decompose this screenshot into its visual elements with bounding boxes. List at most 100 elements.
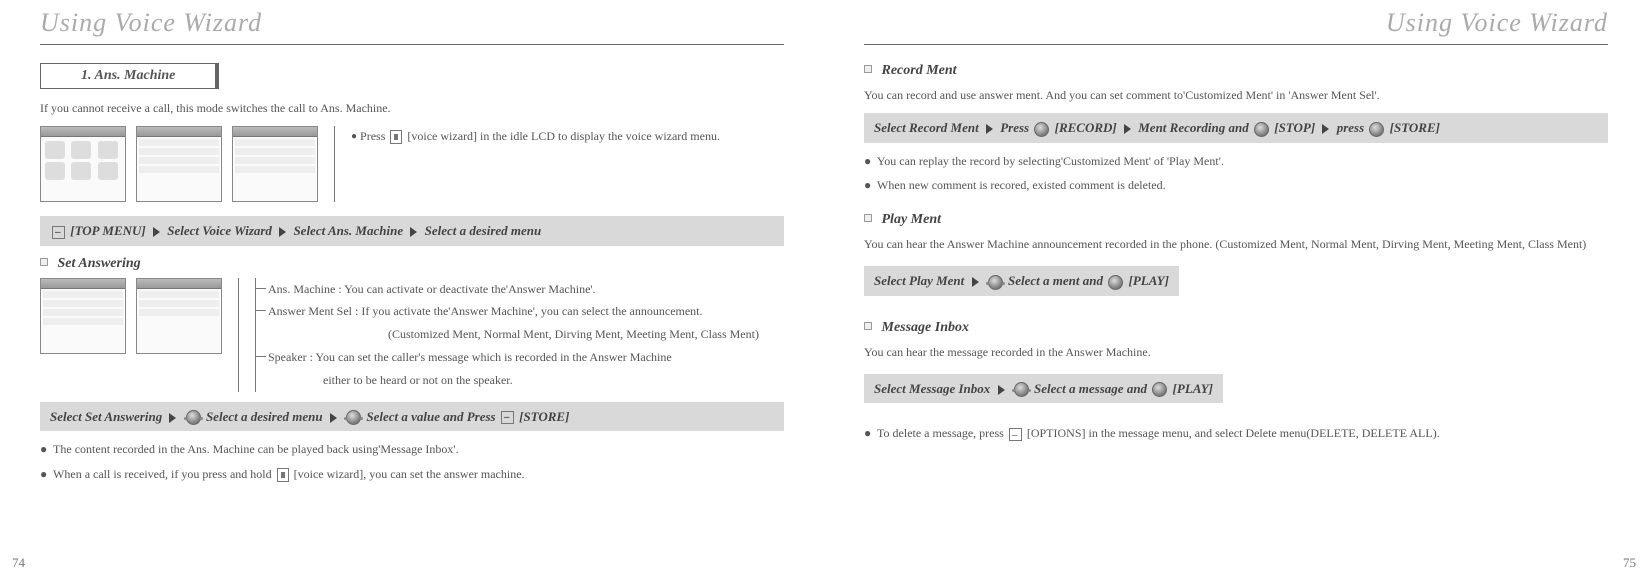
arrow-icon (330, 413, 337, 423)
inbox-bullet: ● To delete a message, press [OPTIONS] i… (864, 423, 1608, 443)
ok-key-icon (1034, 122, 1049, 137)
subheading-text: Set Answering (58, 256, 141, 271)
step1-p1: [TOP MENU] (70, 223, 145, 238)
tree-item-answer-ment-sel: Answer Ment Sel : If you activate the'An… (268, 300, 759, 323)
stepP-p2b: [PLAY] (1128, 273, 1168, 288)
step2-p3b: [STORE] (519, 409, 569, 424)
stepI-p2: Select a message and (1034, 381, 1150, 396)
record-desc: You can record and use answer ment. And … (864, 85, 1608, 105)
bullet-content-1-text: The content recorded in the Ans. Machine… (53, 442, 459, 456)
stepR-p3b: [STOP] (1274, 120, 1315, 135)
stepR-p3: Ment Recording and (1138, 120, 1252, 135)
bullet-2-post: [voice wizard], you can set the answer m… (294, 467, 525, 481)
arrow-icon (279, 227, 286, 237)
vertical-divider (238, 278, 239, 392)
nav-key-icon (1014, 382, 1029, 397)
ok-key-icon (1254, 122, 1269, 137)
subheading-text: Message Inbox (882, 320, 970, 335)
step1-p2: Select Voice Wizard (167, 223, 272, 238)
arrow-icon (410, 227, 417, 237)
page-title-right: Using Voice Wizard (864, 0, 1608, 45)
step-bar-play: Select Play Ment Select a ment and [PLAY… (864, 266, 1179, 296)
square-bullet-icon (864, 322, 872, 330)
inbox-bul-pre: To delete a message, press (877, 426, 1007, 440)
bullet-content-1: ● The content recorded in the Ans. Machi… (40, 439, 784, 459)
tree-item-ans-machine: Ans. Machine : You can activate or deact… (268, 278, 759, 301)
square-bullet-icon (40, 258, 48, 266)
lcd-thumb-set1 (40, 278, 126, 354)
tree-item-speaker: Speaker : You can set the caller's messa… (268, 346, 759, 369)
arrow-icon (998, 385, 1005, 395)
intro-text: If you cannot receive a call, this mode … (40, 99, 784, 118)
stepR-p4b: [STORE] (1390, 120, 1440, 135)
nav-key-icon (988, 275, 1003, 290)
arrow-icon (153, 227, 160, 237)
step2-p2: Select a desired menu (206, 409, 323, 424)
stepP-p1: Select Play Ment (874, 273, 964, 288)
voice-wizard-key-icon (277, 468, 289, 482)
lcd-thumb-menu2 (232, 126, 318, 202)
step-bar-record: Select Record Ment Press [RECORD] Ment R… (864, 113, 1608, 143)
store-key-icon (501, 411, 514, 424)
inbox-bul-post: [OPTIONS] in the message menu, and selec… (1027, 426, 1440, 440)
stepR-p4: press (1337, 120, 1368, 135)
section-tab-ans-machine: 1. Ans. Machine (40, 63, 219, 89)
step-bar-top-menu: [TOP MENU] Select Voice Wizard Select An… (40, 216, 784, 246)
square-bullet-icon (864, 214, 872, 222)
lcd-thumb-set2 (136, 278, 222, 354)
set-answering-block: Ans. Machine : You can activate or deact… (40, 278, 784, 392)
subheading-text: Play Ment (882, 212, 942, 227)
record-bullet-1-text: You can replay the record by selecting'C… (877, 154, 1224, 168)
play-desc: You can hear the Answer Machine announce… (864, 234, 1608, 254)
step1-p4: Select a desired menu (425, 223, 542, 238)
stepR-p2b: [RECORD] (1055, 120, 1117, 135)
options-key-icon (1009, 428, 1022, 441)
subheading-play-ment: Play Ment (864, 212, 1608, 228)
subheading-record-ment: Record Ment (864, 63, 1608, 79)
page-title-left: Using Voice Wizard (40, 0, 784, 45)
press-note: ● Press [voice wizard] in the idle LCD t… (351, 126, 720, 148)
ok-key-icon (1369, 122, 1384, 137)
tree-item-answer-detail: (Customized Ment, Normal Ment, Dirving M… (268, 323, 759, 346)
record-bullet-2-text: When new comment is recored, existed com… (877, 178, 1166, 192)
step-bar-set-answering: Select Set Answering Select a desired me… (40, 402, 784, 432)
step2-p3: Select a value and Press (366, 409, 499, 424)
page-left: Using Voice Wizard 1. Ans. Machine If yo… (0, 0, 824, 579)
arrow-icon (169, 413, 176, 423)
tree-list: Ans. Machine : You can activate or deact… (255, 278, 759, 392)
subheading-text: Record Ment (882, 63, 957, 78)
stepR-p2: Press (1000, 120, 1032, 135)
lcd-thumb-idle (40, 126, 126, 202)
screenshot-row-1: ● Press [voice wizard] in the idle LCD t… (40, 126, 784, 202)
press-note-pre: Press (360, 129, 388, 143)
menu-key-icon (52, 226, 65, 239)
voice-wizard-key-icon (390, 130, 402, 144)
press-note-post: [voice wizard] in the idle LCD to displa… (407, 129, 720, 143)
stepR-p1: Select Record Ment (874, 120, 979, 135)
tree-item-speaker-detail: either to be heard or not on the speaker… (268, 369, 759, 392)
lcd-thumb-menu1 (136, 126, 222, 202)
square-bullet-icon (864, 65, 872, 73)
arrow-icon (972, 277, 979, 287)
nav-key-icon (346, 410, 361, 425)
stepI-p1: Select Message Inbox (874, 381, 990, 396)
arrow-icon (1124, 124, 1131, 134)
subheading-set-answering: Set Answering (40, 256, 784, 272)
page-number-right: 75 (1623, 555, 1636, 571)
nav-key-icon (186, 410, 201, 425)
stepP-p2: Select a ment and (1008, 273, 1106, 288)
vertical-divider (334, 126, 335, 202)
record-bullet-2: ● When new comment is recored, existed c… (864, 175, 1608, 195)
subheading-message-inbox: Message Inbox (864, 320, 1608, 336)
stepI-p2b: [PLAY] (1173, 381, 1213, 396)
bullet-2-pre: When a call is received, if you press an… (53, 467, 272, 481)
bullet-content-2: ● When a call is received, if you press … (40, 464, 784, 484)
step2-p1: Select Set Answering (50, 409, 162, 424)
record-bullet-1: ● You can replay the record by selecting… (864, 151, 1608, 171)
step-bar-inbox: Select Message Inbox Select a message an… (864, 374, 1223, 404)
inbox-desc: You can hear the message recorded in the… (864, 342, 1608, 362)
step1-p3: Select Ans. Machine (293, 223, 403, 238)
page-right: Using Voice Wizard Record Ment You can r… (824, 0, 1648, 579)
arrow-icon (986, 124, 993, 134)
page-number-left: 74 (12, 555, 25, 571)
